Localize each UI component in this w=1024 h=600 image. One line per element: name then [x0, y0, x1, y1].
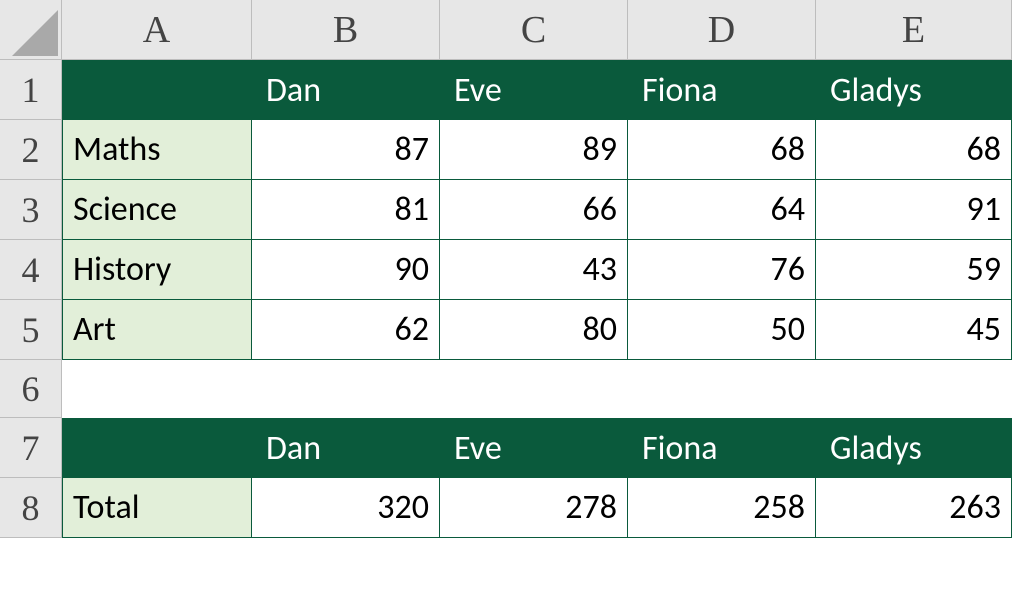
cell-B1[interactable]: Dan	[252, 60, 440, 120]
cell-A4[interactable]: History	[62, 240, 252, 300]
cell-B7[interactable]: Dan	[252, 418, 440, 478]
cell-E2[interactable]: 68	[816, 120, 1012, 180]
cell-D7[interactable]: Fiona	[628, 418, 816, 478]
row-head-1[interactable]: 1	[0, 60, 62, 120]
cell-D8[interactable]: 258	[628, 478, 816, 538]
row-head-3[interactable]: 3	[0, 180, 62, 240]
cell-B3[interactable]: 81	[252, 180, 440, 240]
cell-E7[interactable]: Gladys	[816, 418, 1012, 478]
col-head-C[interactable]: C	[440, 0, 628, 60]
cell-C7[interactable]: Eve	[440, 418, 628, 478]
cell-C5[interactable]: 80	[440, 300, 628, 360]
cell-B6[interactable]	[252, 360, 440, 418]
cell-C4[interactable]: 43	[440, 240, 628, 300]
cell-A1[interactable]	[62, 60, 252, 120]
col-head-E[interactable]: E	[816, 0, 1012, 60]
cell-A8[interactable]: Total	[62, 478, 252, 538]
cell-A7[interactable]	[62, 418, 252, 478]
cell-C6[interactable]	[440, 360, 628, 418]
col-head-B[interactable]: B	[252, 0, 440, 60]
cell-E6[interactable]	[816, 360, 1012, 418]
row-head-4[interactable]: 4	[0, 240, 62, 300]
row-head-2[interactable]: 2	[0, 120, 62, 180]
cell-B2[interactable]: 87	[252, 120, 440, 180]
row-head-7[interactable]: 7	[0, 418, 62, 478]
cell-D6[interactable]	[628, 360, 816, 418]
cell-B8[interactable]: 320	[252, 478, 440, 538]
cell-A6[interactable]	[62, 360, 252, 418]
cell-B5[interactable]: 62	[252, 300, 440, 360]
cell-E5[interactable]: 45	[816, 300, 1012, 360]
cell-A5[interactable]: Art	[62, 300, 252, 360]
col-head-D[interactable]: D	[628, 0, 816, 60]
cell-C1[interactable]: Eve	[440, 60, 628, 120]
spreadsheet-grid: A B C D E 1 Dan Eve Fiona Gladys 2 Maths…	[0, 0, 1024, 538]
cell-C3[interactable]: 66	[440, 180, 628, 240]
cell-D4[interactable]: 76	[628, 240, 816, 300]
cell-A3[interactable]: Science	[62, 180, 252, 240]
cell-C8[interactable]: 278	[440, 478, 628, 538]
cell-E1[interactable]: Gladys	[816, 60, 1012, 120]
row-head-5[interactable]: 5	[0, 300, 62, 360]
cell-D2[interactable]: 68	[628, 120, 816, 180]
cell-A2[interactable]: Maths	[62, 120, 252, 180]
col-head-A[interactable]: A	[62, 0, 252, 60]
cell-B4[interactable]: 90	[252, 240, 440, 300]
row-head-8[interactable]: 8	[0, 478, 62, 538]
cell-D1[interactable]: Fiona	[628, 60, 816, 120]
cell-D3[interactable]: 64	[628, 180, 816, 240]
cell-C2[interactable]: 89	[440, 120, 628, 180]
cell-E4[interactable]: 59	[816, 240, 1012, 300]
row-head-6[interactable]: 6	[0, 360, 62, 418]
select-all-corner[interactable]	[0, 0, 62, 60]
cell-E8[interactable]: 263	[816, 478, 1012, 538]
cell-D5[interactable]: 50	[628, 300, 816, 360]
cell-E3[interactable]: 91	[816, 180, 1012, 240]
